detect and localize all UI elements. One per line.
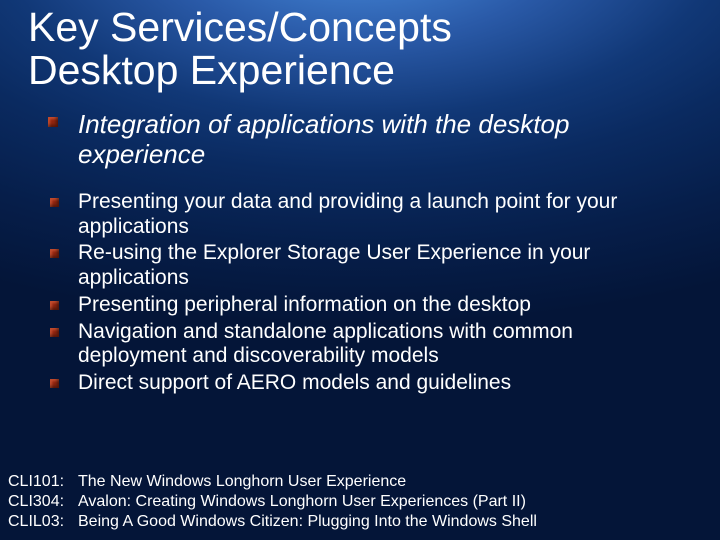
reference-title: Avalon: Creating Windows Longhorn User E… — [78, 492, 526, 512]
sub-list: Presenting your data and providing a lau… — [62, 190, 680, 396]
list-item: Navigation and standalone applications w… — [62, 320, 680, 370]
reference-row: CLI101: The New Windows Longhorn User Ex… — [8, 472, 537, 492]
list-item: Re-using the Explorer Storage User Exper… — [62, 241, 680, 291]
lead-text: Integration of applications with the des… — [78, 110, 680, 170]
slide-body: Integration of applications with the des… — [0, 92, 720, 396]
list-item: Presenting peripheral information on the… — [62, 293, 680, 318]
lead-bullet: Integration of applications with the des… — [62, 110, 680, 170]
reference-title: Being A Good Windows Citizen: Plugging I… — [78, 512, 537, 532]
reference-code: CLI304: — [8, 492, 78, 512]
reference-code: CLI101: — [8, 472, 78, 492]
slide: Key Services/Concepts Desktop Experience… — [0, 0, 720, 540]
reference-row: CLI304: Avalon: Creating Windows Longhor… — [8, 492, 537, 512]
references: CLI101: The New Windows Longhorn User Ex… — [8, 472, 537, 532]
title-line-2: Desktop Experience — [28, 49, 720, 92]
reference-title: The New Windows Longhorn User Experience — [78, 472, 406, 492]
slide-title: Key Services/Concepts Desktop Experience — [0, 0, 720, 92]
list-item: Direct support of AERO models and guidel… — [62, 371, 680, 396]
reference-row: CLIL03: Being A Good Windows Citizen: Pl… — [8, 512, 537, 532]
sub-group: Presenting your data and providing a lau… — [62, 190, 680, 396]
top-list: Integration of applications with the des… — [62, 110, 680, 396]
title-line-1: Key Services/Concepts — [28, 6, 720, 49]
reference-code: CLIL03: — [8, 512, 78, 532]
list-item: Presenting your data and providing a lau… — [62, 190, 680, 240]
